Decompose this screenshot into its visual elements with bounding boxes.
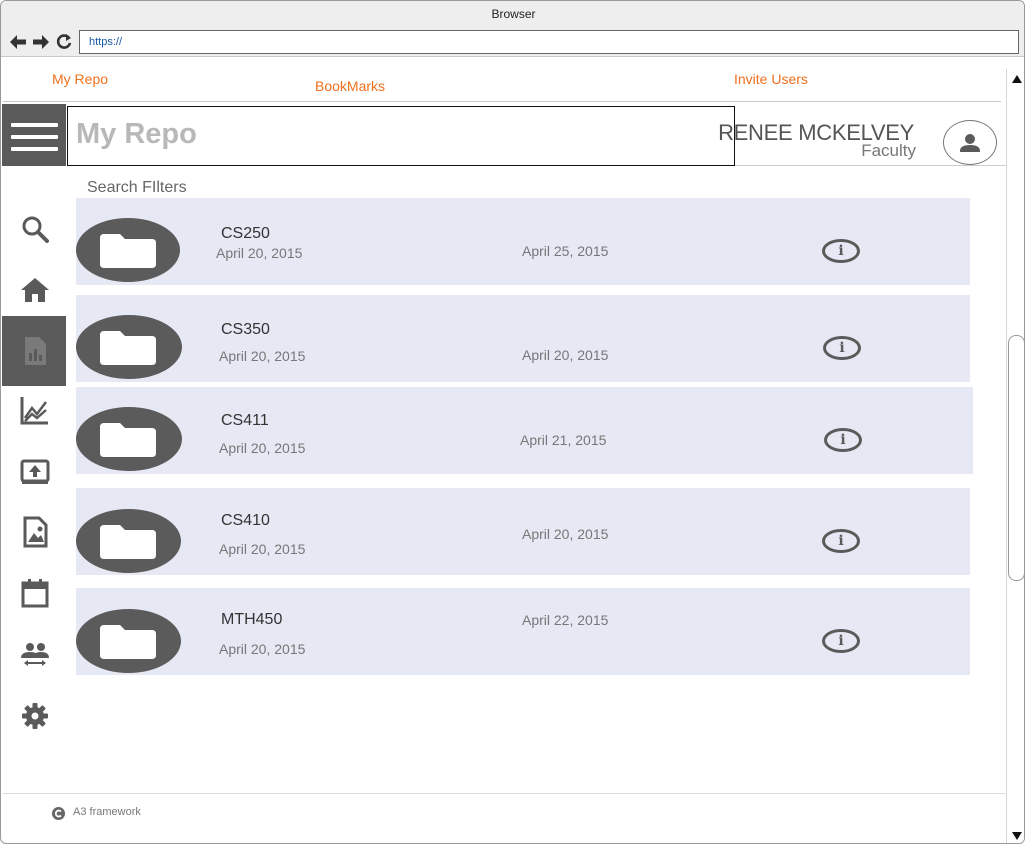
repo-name[interactable]: CS411 [221,412,269,430]
report-icon [25,337,46,365]
folder-icon [100,234,156,268]
vertical-scrollbar[interactable] [1006,69,1024,843]
scroll-down-icon[interactable] [1010,829,1024,841]
chart-icon [20,397,48,425]
sidebar-item-analytics[interactable] [2,379,66,439]
footer-text: A3 framework [73,806,141,818]
repo-name[interactable]: CS350 [221,321,270,339]
folder-avatar[interactable] [76,315,182,379]
image-file-icon [23,516,48,548]
page-title: My Repo [76,118,197,150]
person-icon [960,134,980,152]
sidebar-item-reports[interactable] [2,316,66,386]
user-role: Faculty [861,141,916,160]
sidebar-item-calendar[interactable] [2,562,66,622]
repo-name[interactable]: MTH450 [221,611,282,629]
scroll-thumb[interactable] [1008,335,1024,581]
repo-name[interactable]: CS250 [221,225,270,243]
repo-created-date: April 20, 2015 [219,440,306,456]
people-swap-icon [21,643,49,666]
browser-nav-bar: https:// [1,27,1024,57]
sidebar-item-media[interactable] [2,501,66,561]
menu-line [11,147,58,151]
menu-line [11,135,58,139]
header-divider [735,165,1007,166]
info-icon[interactable]: i [822,629,860,653]
repo-modified-date: April 20, 2015 [522,526,609,542]
info-icon[interactable]: i [824,428,862,452]
scroll-up-icon[interactable] [1010,72,1024,85]
info-glyph: i [838,533,844,549]
repo-modified-date: April 25, 2015 [522,243,609,259]
folder-avatar[interactable] [76,609,181,673]
folder-icon [100,331,156,365]
repo-created-date: April 20, 2015 [219,541,306,557]
my-repo-link[interactable]: My Repo [52,71,108,87]
folder-avatar[interactable] [76,407,182,471]
sidebar-item-users[interactable] [2,623,66,683]
avatar-button[interactable] [943,120,997,165]
sidebar-item-search[interactable] [2,198,66,258]
home-icon [21,278,49,302]
menu-line [11,123,58,127]
folder-icon [100,525,156,559]
upload-icon [20,459,50,484]
info-icon[interactable]: i [822,239,860,263]
sidebar-item-settings[interactable] [2,685,66,745]
copyright-icon [52,807,65,820]
repo-modified-date: April 22, 2015 [522,612,609,628]
repo-created-date: April 20, 2015 [219,348,306,364]
top-divider [3,101,1001,102]
repo-created-date: April 20, 2015 [219,641,306,657]
repo-modified-date: April 21, 2015 [520,432,607,448]
folder-icon [100,423,156,457]
browser-window: Browser https:// My Repo BookMarks Invit… [0,0,1025,844]
footer-divider [3,793,1007,794]
info-icon[interactable]: i [822,529,860,553]
hamburger-menu-button[interactable] [2,104,66,166]
browser-title: Browser [491,7,536,21]
folder-icon [100,625,156,659]
invite-users-link[interactable]: Invite Users [734,71,808,87]
info-glyph: i [839,340,845,356]
info-glyph: i [838,243,844,259]
back-arrow-icon[interactable] [8,31,28,53]
folder-avatar[interactable] [76,218,180,282]
info-icon[interactable]: i [823,336,861,360]
page-title-bar: My Repo [67,106,735,166]
forward-arrow-icon[interactable] [31,31,51,53]
search-filters-label[interactable]: Search FIlters [87,179,187,197]
sidebar-item-upload[interactable] [2,440,66,500]
search-icon [22,216,49,243]
calendar-icon [21,579,49,608]
sidebar-item-home[interactable] [2,259,66,319]
info-glyph: i [838,633,844,649]
info-glyph: i [840,432,846,448]
gear-icon [22,703,48,729]
repo-name[interactable]: CS410 [221,512,270,530]
browser-title-bar: Browser [1,1,1024,27]
bookmarks-link[interactable]: BookMarks [315,78,385,94]
url-input[interactable]: https:// [79,30,1019,54]
reload-icon[interactable] [54,31,74,53]
repo-created-date: April 20, 2015 [216,245,303,261]
folder-avatar[interactable] [76,509,181,573]
repo-modified-date: April 20, 2015 [522,347,609,363]
